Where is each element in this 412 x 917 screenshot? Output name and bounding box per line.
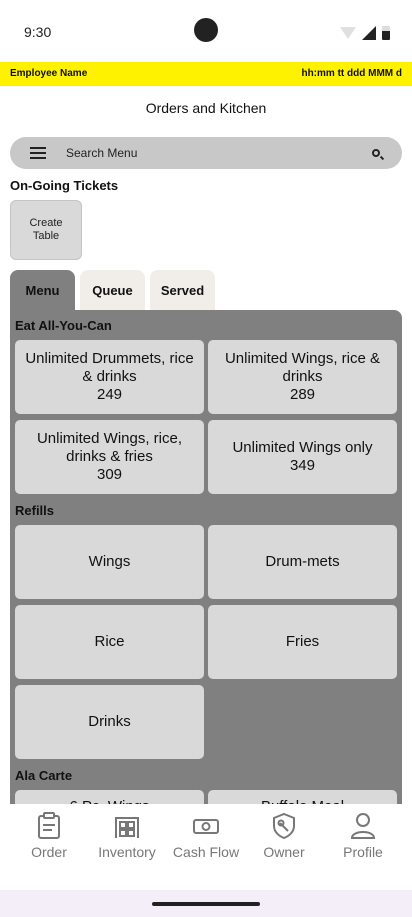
- ongoing-tickets-heading: On-Going Tickets: [10, 178, 119, 193]
- search-bar[interactable]: Search Menu: [10, 137, 402, 169]
- bottom-navigation: Order Inventory Cash Flow Owner Profile: [0, 804, 412, 890]
- battery-icon: [382, 26, 390, 40]
- nav-label: Order: [31, 844, 67, 860]
- section-title: Eat All-You-Can: [15, 318, 112, 333]
- person-icon: [350, 812, 376, 840]
- ala-carte-6pc-wings[interactable]: 6 Pc. Wings: [15, 790, 204, 804]
- wifi-icon: [340, 27, 356, 39]
- nav-cash-flow[interactable]: Cash Flow: [168, 812, 244, 860]
- menu-item-price: 309: [96, 466, 123, 483]
- employee-name: Employee Name: [10, 68, 88, 79]
- home-indicator[interactable]: [152, 902, 260, 906]
- refill-fries[interactable]: Fries: [208, 605, 397, 679]
- shield-icon: [271, 812, 297, 840]
- signal-icon: [362, 26, 376, 40]
- menu-item-unlimited-wings-rice-drinks-fries[interactable]: Unlimited Wings, rice, drinks & fries 309: [15, 420, 204, 494]
- section-title: Refills: [15, 503, 55, 518]
- menu-item-unlimited-wings-only[interactable]: Unlimited Wings only 349: [208, 420, 397, 494]
- refill-wings[interactable]: Wings: [15, 525, 204, 599]
- tab-queue[interactable]: Queue: [80, 270, 145, 314]
- status-time: 9:30: [24, 24, 52, 40]
- nav-label: Owner: [263, 844, 305, 860]
- gesture-area: [0, 890, 412, 917]
- employee-bar: Employee Name hh:mm tt ddd MMM d: [0, 62, 412, 86]
- menu-item-name: Unlimited Wings, rice & drinks: [224, 350, 381, 385]
- nav-owner[interactable]: Owner: [258, 812, 310, 860]
- ala-carte-buffalo-meal[interactable]: Buffalo Meal: [208, 790, 397, 804]
- refill-drinks[interactable]: Drinks: [15, 685, 204, 759]
- cash-icon: [193, 812, 219, 840]
- system-icons: [340, 26, 390, 40]
- warehouse-icon: [114, 812, 140, 840]
- nav-inventory[interactable]: Inventory: [92, 812, 162, 860]
- search-icon[interactable]: [372, 149, 380, 157]
- create-table-button[interactable]: Create Table: [10, 200, 82, 260]
- page-title: Orders and Kitchen: [145, 100, 267, 116]
- tab-menu[interactable]: Menu: [10, 270, 75, 314]
- menu-item-unlimited-drummets[interactable]: Unlimited Drummets, rice & drinks 249: [15, 340, 204, 414]
- nav-order[interactable]: Order: [24, 812, 74, 860]
- clipboard-icon: [36, 812, 62, 840]
- refill-rice[interactable]: Rice: [15, 605, 204, 679]
- nav-label: Profile: [343, 844, 383, 860]
- hamburger-menu-icon[interactable]: [30, 147, 46, 159]
- status-bar: 9:30: [0, 0, 412, 62]
- tab-served[interactable]: Served: [150, 270, 215, 314]
- menu-item-name: Unlimited Drummets, rice & drinks: [25, 350, 194, 385]
- menu-item-name: Unlimited Wings only: [232, 439, 373, 456]
- camera-cutout: [194, 18, 218, 42]
- nav-label: Inventory: [98, 844, 156, 860]
- section-title: Ala Carte: [15, 768, 73, 783]
- menu-item-unlimited-wings-rice-drinks[interactable]: Unlimited Wings, rice & drinks 289: [208, 340, 397, 414]
- search-input[interactable]: Search Menu: [66, 146, 137, 160]
- datetime-display: hh:mm tt ddd MMM d: [301, 68, 402, 79]
- menu-panel: Eat All-You-Can Unlimited Drummets, rice…: [10, 310, 402, 804]
- menu-item-price: 249: [96, 386, 123, 403]
- nav-profile[interactable]: Profile: [336, 812, 390, 860]
- nav-label: Cash Flow: [172, 844, 240, 860]
- menu-item-name: Unlimited Wings, rice, drinks & fries: [36, 430, 183, 465]
- menu-item-price: 289: [289, 386, 316, 403]
- refill-drum-mets[interactable]: Drum-mets: [208, 525, 397, 599]
- menu-item-price: 349: [289, 457, 315, 474]
